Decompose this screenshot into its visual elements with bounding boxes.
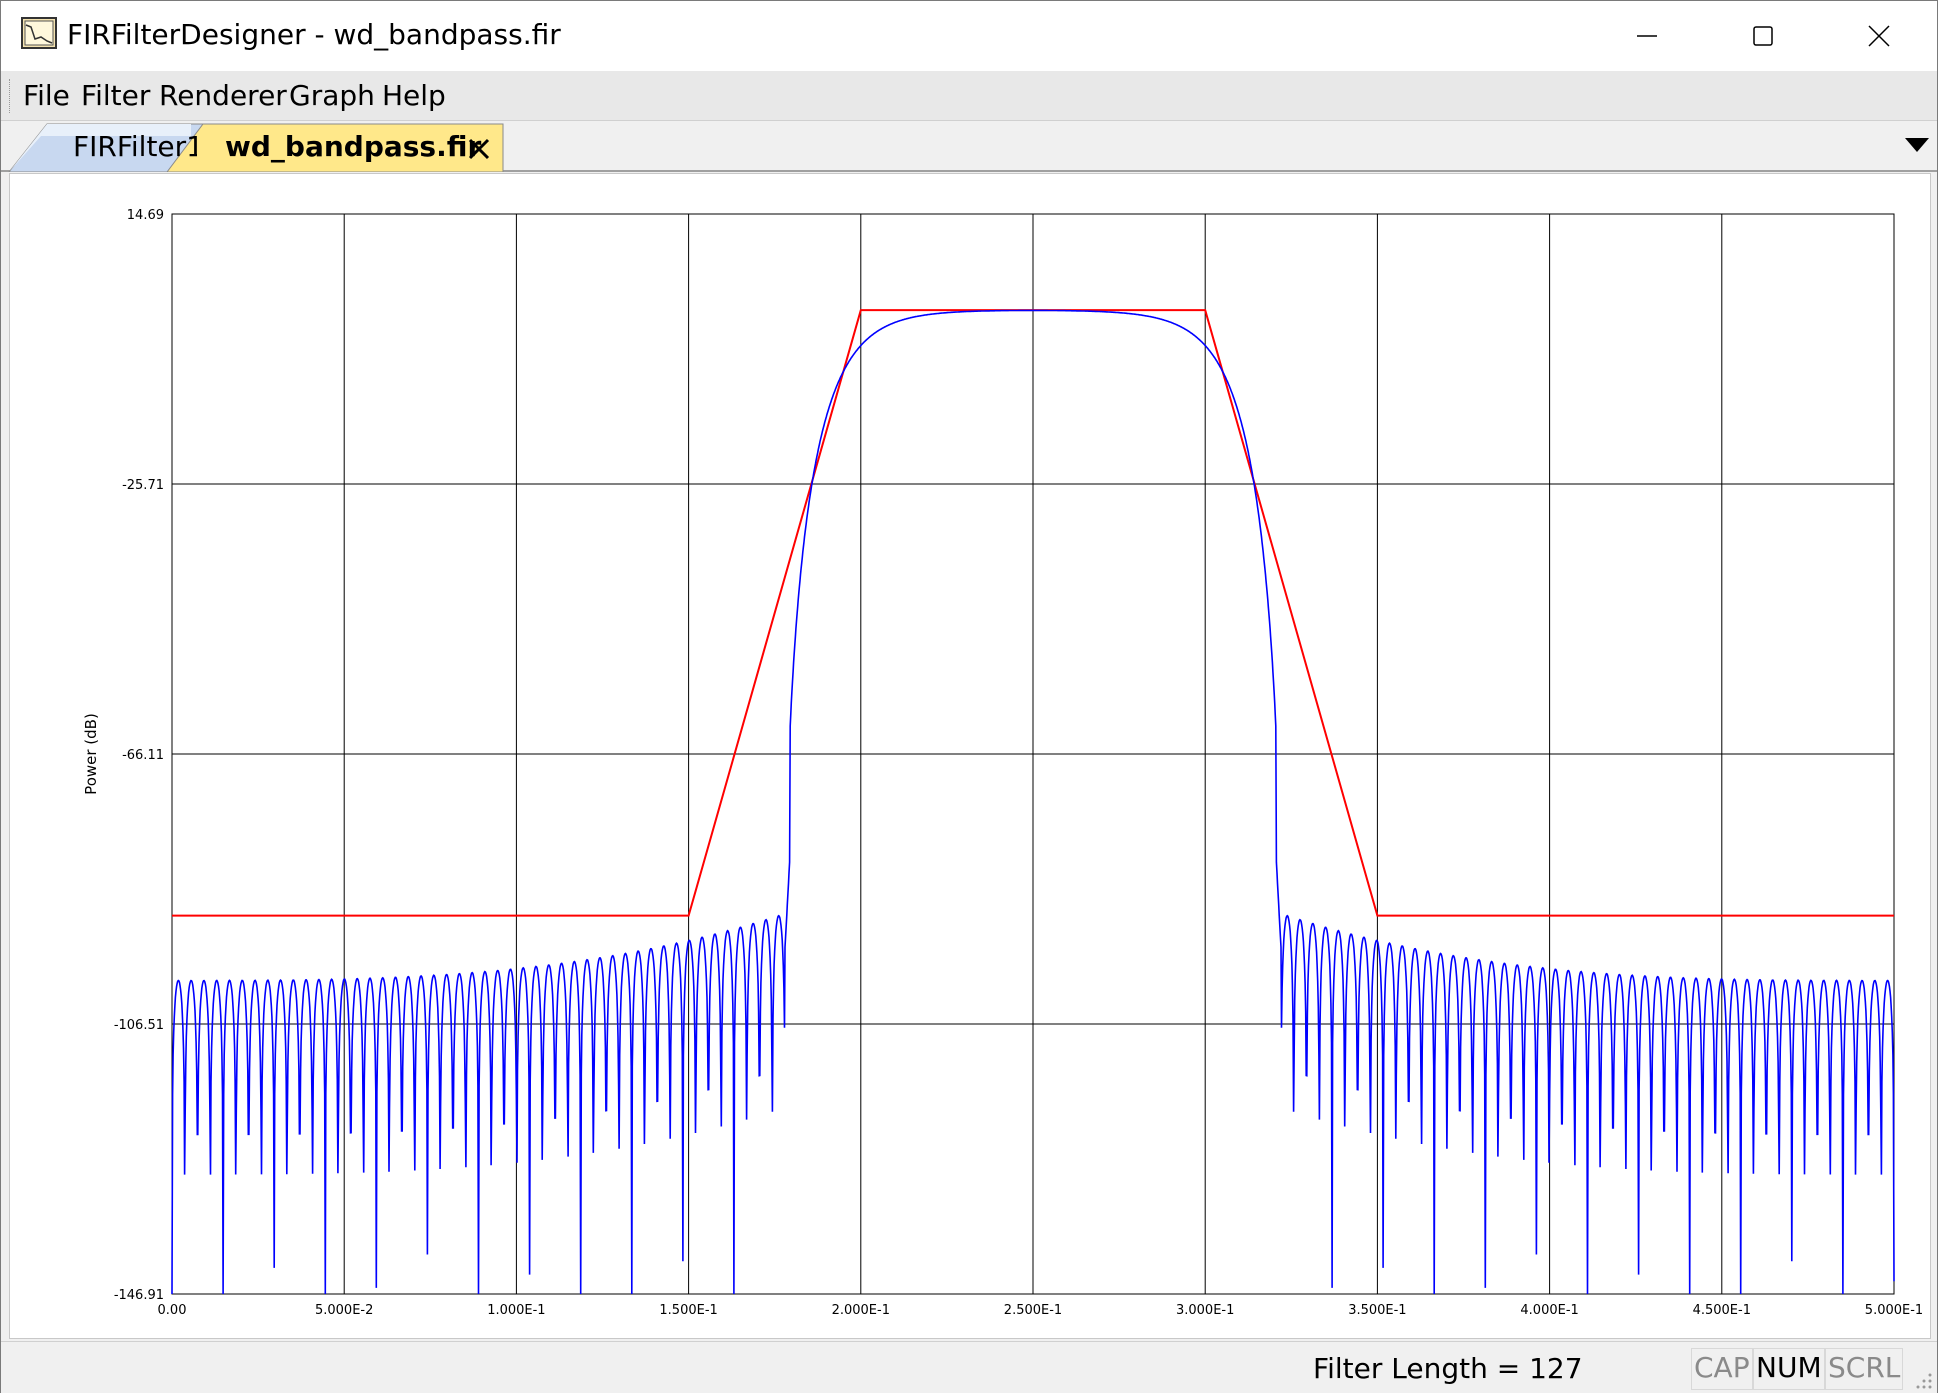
y-tick-label: -66.11 <box>122 748 164 763</box>
tab-strip: FIRFilter1 wd_bandpass.fir <box>1 122 1937 172</box>
x-tick-label: 5.000E-1 <box>1865 1303 1923 1318</box>
tab-list-dropdown-icon[interactable] <box>1905 138 1929 152</box>
tab-wd-bandpass[interactable]: wd_bandpass.fir <box>203 122 503 172</box>
frequency-response-chart: 0.00 5.000E-2 1.000E-1 1.500E-1 2.000E-1 2.50… <box>82 208 1923 1318</box>
status-bar: Filter Length = 127 CAP NUM SCRL <box>1 1341 1937 1393</box>
x-tick-label: 0.00 <box>158 1303 187 1318</box>
x-tick-label: 1.000E-1 <box>487 1303 545 1318</box>
y-tick-label: -25.71 <box>122 478 164 493</box>
menu-renderer[interactable]: Renderer <box>159 79 287 113</box>
x-tick-label: 5.000E-2 <box>315 1303 373 1318</box>
menu-grip <box>9 79 12 113</box>
x-tick-label: 2.500E-1 <box>1004 1303 1062 1318</box>
menu-help[interactable]: Help <box>382 79 446 113</box>
x-tick-label: 3.500E-1 <box>1348 1303 1406 1318</box>
tab-firfilter1-label: FIRFilter1 <box>73 130 197 163</box>
title-bar[interactable]: FIRFilterDesigner - wd_bandpass.fir <box>1 1 1937 71</box>
maximize-icon <box>1753 26 1773 46</box>
window-title: FIRFilterDesigner - wd_bandpass.fir <box>67 18 561 51</box>
x-tick-label: 4.500E-1 <box>1693 1303 1751 1318</box>
x-tick-label: 2.000E-1 <box>832 1303 890 1318</box>
tab-close-icon[interactable] <box>468 138 490 160</box>
tab-firfilter1[interactable]: FIRFilter1 <box>47 122 197 172</box>
menu-graph[interactable]: Graph <box>289 79 375 113</box>
x-tick-label: 3.000E-1 <box>1176 1303 1234 1318</box>
menu-bar: File Filter Renderer Graph Help <box>1 71 1937 121</box>
minimize-icon <box>1637 35 1657 37</box>
y-axis-label: Power (dB) <box>82 713 100 795</box>
scroll-lock-indicator: SCRL <box>1825 1348 1904 1390</box>
x-tick-label: 4.000E-1 <box>1520 1303 1578 1318</box>
graph-panel[interactable]: 0.00 5.000E-2 1.000E-1 1.500E-1 2.000E-1 2.50… <box>9 173 1931 1339</box>
close-icon <box>1868 25 1890 47</box>
resize-grip-icon[interactable] <box>1913 1370 1933 1390</box>
close-button[interactable] <box>1821 1 1937 71</box>
tab-wd-bandpass-label: wd_bandpass.fir <box>225 130 482 163</box>
app-icon <box>21 17 57 49</box>
y-tick-label: 14.69 <box>127 208 164 223</box>
maximize-button[interactable] <box>1705 1 1821 71</box>
y-tick-label: -146.91 <box>114 1288 164 1303</box>
num-lock-indicator: NUM <box>1753 1348 1825 1390</box>
app-window: FIRFilterDesigner - wd_bandpass.fir File… <box>0 0 1938 1393</box>
menu-file[interactable]: File <box>23 79 70 113</box>
minimize-button[interactable] <box>1589 1 1705 71</box>
filter-length-status: Filter Length = 127 <box>1313 1352 1583 1385</box>
caps-lock-indicator: CAP <box>1691 1348 1753 1390</box>
x-tick-label: 1.500E-1 <box>659 1303 717 1318</box>
y-tick-label: -106.51 <box>114 1018 164 1033</box>
menu-filter[interactable]: Filter <box>81 79 150 113</box>
